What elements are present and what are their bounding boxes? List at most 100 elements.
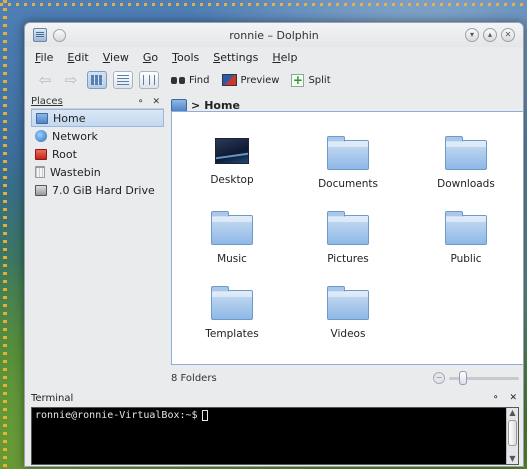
places-title: Places — [31, 96, 63, 107]
terminal-prompt: ronnie@ronnie-VirtualBox:~$ — [35, 410, 198, 421]
menu-tools[interactable]: Tools — [172, 51, 199, 64]
binoculars-icon — [171, 75, 185, 85]
file-item[interactable]: Music — [177, 211, 287, 265]
terminal-header: Terminal ⚬ ✕ — [31, 391, 519, 405]
place-label: Network — [52, 129, 98, 143]
hard-drive-icon — [35, 184, 47, 196]
place-label: Home — [53, 111, 86, 125]
terminal-panel[interactable]: ronnie@ronnie-VirtualBox:~$ ▲ ▼ — [31, 407, 519, 465]
back-arrow-icon[interactable]: ⇦ — [35, 72, 55, 88]
file-name: Videos — [330, 328, 366, 340]
float-panel-icon[interactable]: ⚬ — [137, 97, 145, 107]
breadcrumb-home-icon[interactable] — [171, 98, 187, 112]
window-title: ronnie – Dolphin — [229, 28, 319, 42]
folder-icon — [445, 136, 487, 170]
details-view-icon — [117, 75, 129, 85]
root-folder-icon — [35, 148, 47, 160]
maximize-icon[interactable]: ▴ — [483, 28, 497, 42]
file-view[interactable]: Desktop Documents Downloads Music Pictur… — [171, 111, 523, 365]
minimize-icon[interactable]: ▾ — [465, 28, 479, 42]
file-name: Documents — [318, 178, 378, 190]
close-panel-icon[interactable]: ✕ — [152, 97, 160, 107]
panel-controls: ⚬ ✕ — [137, 97, 160, 107]
forward-arrow-icon[interactable]: ⇨ — [61, 72, 81, 88]
file-item[interactable]: Pictures — [293, 211, 403, 265]
place-hard-drive[interactable]: 7.0 GiB Hard Drive — [31, 181, 164, 199]
place-root[interactable]: Root — [31, 145, 164, 163]
places-header: Places ⚬ ✕ — [31, 95, 164, 109]
find-button[interactable]: Find — [171, 75, 210, 86]
menu-settings[interactable]: Settings — [213, 51, 258, 64]
split-button[interactable]: + Split — [291, 72, 331, 87]
details-view-button[interactable] — [113, 71, 133, 89]
network-icon — [35, 130, 47, 142]
app-menu-icon[interactable] — [33, 28, 47, 42]
split-label: Split — [308, 74, 331, 86]
file-item[interactable]: Documents — [293, 136, 403, 190]
desktop-icon — [215, 138, 249, 164]
file-item[interactable]: Downloads — [411, 136, 521, 190]
zoom-in-icon[interactable]: + — [523, 372, 524, 384]
dolphin-window: ronnie – Dolphin ▾ ▴ ✕ File Edit View Go… — [24, 22, 524, 467]
decorative-border-left — [3, 0, 7, 469]
file-item[interactable]: Public — [411, 211, 521, 265]
float-panel-icon[interactable]: ⚬ — [492, 393, 500, 403]
terminal-scrollbar[interactable]: ▲ ▼ — [506, 408, 518, 464]
find-label: Find — [189, 74, 210, 86]
scrollbar-thumb[interactable] — [508, 420, 517, 446]
preview-icon — [221, 74, 237, 86]
home-icon — [36, 112, 48, 124]
close-icon[interactable]: ✕ — [501, 28, 515, 42]
zoom-control: − + — [433, 370, 524, 385]
column-view-button[interactable] — [139, 71, 159, 89]
close-panel-icon[interactable]: ✕ — [509, 393, 517, 403]
scroll-up-icon[interactable]: ▲ — [507, 408, 518, 418]
place-label: Wastebin — [50, 165, 101, 179]
terminal-line: ronnie@ronnie-VirtualBox:~$ — [32, 408, 518, 423]
folder-icon — [211, 211, 253, 245]
zoom-slider[interactable] — [449, 370, 519, 385]
menu-view[interactable]: View — [103, 51, 129, 64]
column-view-icon — [143, 75, 155, 85]
terminal-panel-controls: ⚬ ✕ — [492, 393, 517, 403]
breadcrumb-current[interactable]: Home — [204, 99, 240, 112]
zoom-slider-handle[interactable] — [459, 370, 467, 385]
file-item[interactable]: Templates — [177, 286, 287, 340]
folder-icon — [211, 286, 253, 320]
place-home[interactable]: Home — [31, 109, 164, 127]
trash-icon — [35, 166, 45, 178]
file-name: Pictures — [327, 253, 369, 265]
status-text: 8 Folders — [171, 372, 217, 384]
file-item[interactable]: Desktop — [177, 138, 287, 186]
menu-file[interactable]: File — [35, 51, 53, 64]
file-name: Downloads — [437, 178, 495, 190]
decorative-border-top — [0, 3, 527, 6]
icons-view-button[interactable] — [87, 71, 107, 89]
scroll-down-icon[interactable]: ▼ — [507, 454, 518, 464]
keep-above-button[interactable] — [53, 28, 66, 42]
zoom-out-icon[interactable]: − — [433, 372, 445, 384]
file-grid: Desktop Documents Downloads Music Pictur… — [172, 112, 523, 364]
menu-bar: File Edit View Go Tools Settings Help — [25, 47, 523, 67]
place-network[interactable]: Network — [31, 127, 164, 145]
preview-button[interactable]: Preview — [221, 74, 280, 86]
menu-go[interactable]: Go — [143, 51, 158, 64]
file-name: Music — [217, 253, 247, 265]
split-icon: + — [291, 72, 305, 87]
place-wastebin[interactable]: Wastebin — [31, 163, 164, 181]
places-panel: Places ⚬ ✕ Home Network Root Wastebin 7.… — [31, 95, 164, 365]
folder-icon — [327, 286, 369, 320]
file-item[interactable]: Videos — [293, 286, 403, 340]
status-bar: 8 Folders − + — [171, 369, 524, 387]
window-controls: ▾ ▴ ✕ — [465, 28, 515, 42]
place-label: 7.0 GiB Hard Drive — [52, 183, 155, 197]
terminal-title: Terminal — [31, 392, 74, 404]
preview-label: Preview — [240, 74, 280, 86]
place-label: Root — [52, 147, 77, 161]
menu-help[interactable]: Help — [272, 51, 297, 64]
breadcrumb-separator: > — [191, 98, 201, 112]
terminal-cursor — [201, 410, 208, 421]
menu-edit[interactable]: Edit — [67, 51, 88, 64]
toolbar: ⇦ ⇨ Find Preview + Split — [25, 67, 523, 93]
title-bar[interactable]: ronnie – Dolphin ▾ ▴ ✕ — [25, 23, 523, 47]
